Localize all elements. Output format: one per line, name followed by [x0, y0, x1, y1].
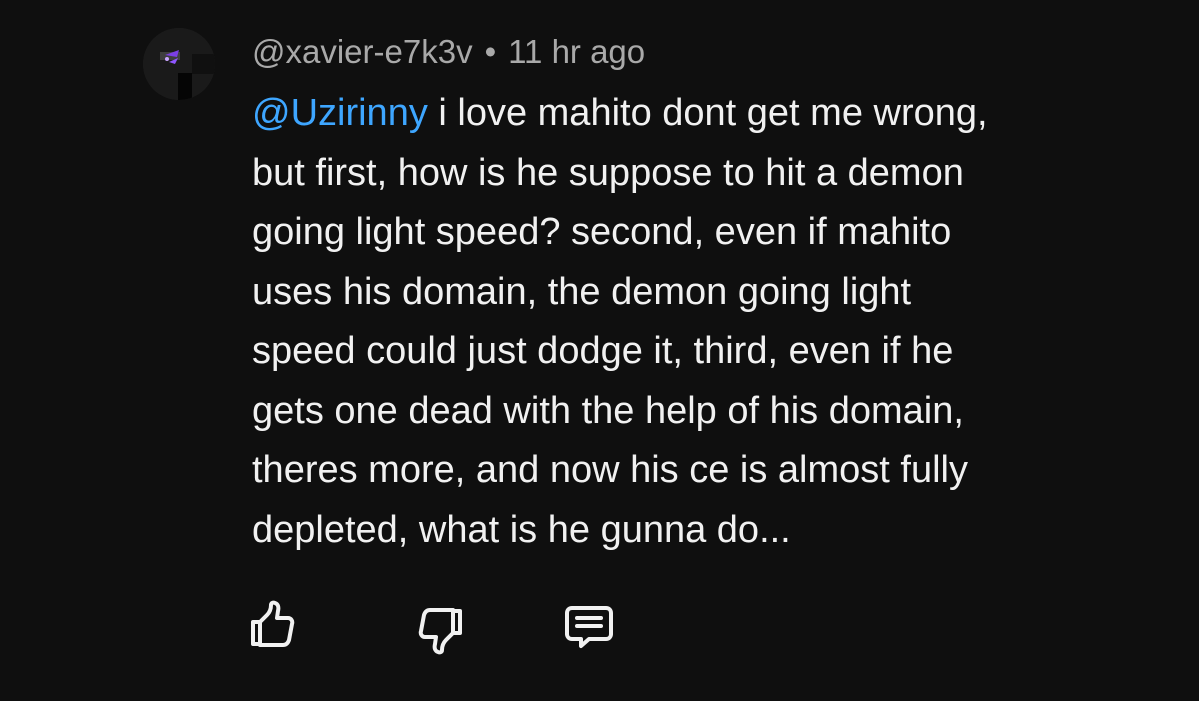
reply-button[interactable]	[560, 598, 618, 656]
comment-line-2: but first, how is he suppose to hit a de…	[252, 151, 964, 194]
comment-line-6: gets one dead with the help of his domai…	[252, 389, 964, 432]
comment-line-8: depleted, what is he gunna do...	[252, 508, 791, 551]
comment-timestamp[interactable]: 11 hr ago	[508, 30, 645, 74]
comment-line-7: theres more, and now his ce is almost fu…	[252, 449, 968, 491]
dislike-button[interactable]	[411, 600, 469, 658]
comment-line-1: @Uzirinny i love mahito dont get me wron…	[252, 84, 1112, 144]
comment-text-line: i love mahito dont get me wrong,	[427, 92, 988, 134]
comment-author[interactable]: @xavier-e7k3v	[252, 30, 473, 74]
comment-body: @Uzirinny i love mahito dont get me wron…	[252, 84, 1112, 560]
thumbs-down-icon	[418, 608, 462, 655]
avatar-icon	[143, 28, 215, 100]
comment-thread-item: @xavier-e7k3v • 11 hr ago @Uzirinny i lo…	[0, 0, 1199, 701]
meta-separator: •	[484, 33, 497, 70]
comment-meta: @xavier-e7k3v • 11 hr ago	[252, 30, 645, 74]
mention-link[interactable]: @Uzirinny	[252, 92, 428, 134]
avatar[interactable]	[143, 28, 215, 100]
thumbs-up-icon	[251, 600, 295, 647]
comment-line-5: speed could just dodge it, third, even i…	[252, 330, 954, 372]
comment-line-3: going light speed? second, even if mahit…	[252, 211, 952, 253]
comment-line-4: uses his domain, the demon going light	[252, 270, 912, 313]
like-button[interactable]	[244, 598, 302, 656]
comment-bubble-icon	[565, 606, 613, 648]
